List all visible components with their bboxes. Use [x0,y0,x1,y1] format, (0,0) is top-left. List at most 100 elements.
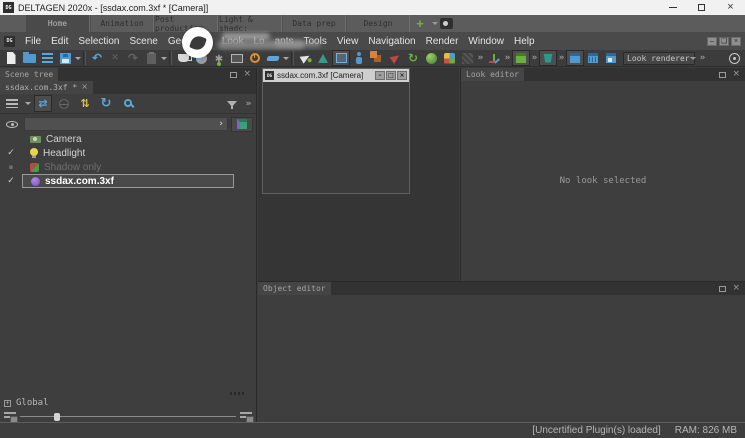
float-panel-icon[interactable] [230,72,237,78]
child-close-button[interactable]: × [397,71,407,80]
tree-mode-dropdown-icon[interactable] [24,102,31,105]
render-settings-button[interactable] [725,50,743,66]
rect-select-button[interactable] [332,50,350,66]
tab-data-prep[interactable]: Data prep [282,15,346,32]
look-renderer-select[interactable]: Look renderer [623,52,695,65]
close-panel-icon[interactable] [243,70,251,79]
refresh-tree-button[interactable] [97,95,115,112]
menu-help[interactable]: Help [514,36,535,47]
child-maximize-button[interactable]: □ [386,71,396,80]
viewport-child-window[interactable]: DG ssdax.com.3xf [Camera] – □ × [262,68,410,194]
paint-button[interactable] [264,50,282,66]
shading-button[interactable] [192,50,210,66]
filter-button[interactable] [223,95,241,112]
float-panel-icon[interactable] [719,286,726,292]
menu-geometry[interactable]: Geometry [168,36,212,47]
viewport-area[interactable]: DG ssdax.com.3xf [Camera] – □ × [258,68,459,281]
sync-selection-button[interactable] [34,95,52,112]
tab-home[interactable]: Home [26,15,90,32]
root-node-bar[interactable]: › [24,117,228,131]
snapshot-button[interactable] [174,50,192,66]
tab-animation[interactable]: Animation [90,15,154,32]
menu-file[interactable]: File [25,36,41,47]
close-panel-icon[interactable] [732,70,740,79]
animation-time-button[interactable] [246,50,264,66]
materials-button[interactable] [440,50,458,66]
expand-timeline-icon[interactable] [4,400,11,407]
overflow-icon[interactable] [530,53,539,63]
tree-row-ssdax[interactable]: ✓ ssdax.com.3xf [0,174,234,188]
overflow-icon[interactable] [557,53,566,63]
menu-view[interactable]: View [337,36,359,47]
recorder-icon[interactable] [440,18,453,29]
transform-axis-button[interactable] [485,50,503,66]
refresh-button[interactable] [404,50,422,66]
overflow-icon[interactable] [503,53,512,63]
child-window-titlebar[interactable]: DG ssdax.com.3xf [Camera] – □ × [263,69,409,82]
menu-edit[interactable]: Edit [51,36,68,47]
visibility-column-button[interactable] [3,117,21,131]
tree-row-shadow-only[interactable]: ▪ Shadow only [0,160,234,174]
menu-selection[interactable]: Selection [78,36,119,47]
chevron-down-icon[interactable] [430,15,440,32]
paint-dropdown-icon[interactable] [282,57,289,60]
fill-bucket-button[interactable] [539,50,557,66]
import-button[interactable] [38,50,56,66]
tree-display-mode-button[interactable] [3,95,21,112]
render-sphere-button[interactable] [422,50,440,66]
add-tab-button[interactable]: + [410,15,430,32]
manipulator-button[interactable] [350,50,368,66]
overflow-icon[interactable] [476,53,485,63]
timeline-track[interactable] [20,412,236,421]
new-file-button[interactable] [2,50,20,66]
history-dropdown-icon[interactable] [160,57,167,60]
rotate-tool-button[interactable] [314,50,332,66]
timeline-thumb[interactable] [54,413,60,421]
scene-tab[interactable]: ssdax.com.3xf * [0,81,93,94]
cube-textured-button[interactable] [602,50,620,66]
material-toggle-button[interactable] [231,117,253,132]
child-minimize-button[interactable]: – [375,71,385,80]
menu-look[interactable]: Look [222,36,244,47]
cube-solid-button[interactable] [566,50,584,66]
geometry-box-button[interactable] [512,50,530,66]
minimize-button[interactable] [658,0,687,15]
search-button[interactable] [118,95,136,112]
keyframe-list-icon[interactable] [4,412,16,420]
menu-render[interactable]: Render [426,36,459,47]
menu-obscured-left[interactable]: Lo [253,36,264,47]
keyframe-list-icon[interactable] [240,412,252,420]
menu-window[interactable]: Window [468,36,504,47]
group-button[interactable] [368,50,386,66]
save-button[interactable] [56,50,74,66]
close-tab-icon[interactable] [81,83,88,92]
visibility-checkbox[interactable]: ▪ [0,163,22,171]
select-cursor-button[interactable] [296,50,314,66]
cube-wire-button[interactable] [584,50,602,66]
menu-tools[interactable]: Tools [303,36,326,47]
tab-design[interactable]: Design [346,15,410,32]
tree-row-camera[interactable]: Camera [0,132,234,146]
visibility-checkbox[interactable]: ✓ [0,176,22,186]
menu-scene[interactable]: Scene [130,36,158,47]
open-file-button[interactable] [20,50,38,66]
pick-button[interactable] [386,50,404,66]
display-button[interactable] [228,50,246,66]
undo-button[interactable] [88,50,106,66]
overflow-icon[interactable] [698,53,707,63]
mdi-minimize-button[interactable]: – [707,37,717,46]
tab-light-shadow[interactable]: Light & shadc: [218,15,282,32]
preferences-button[interactable] [210,50,228,66]
close-panel-icon[interactable] [732,284,740,293]
overflow-icon[interactable] [244,99,253,109]
mdi-restore-button[interactable]: ❏ [719,37,729,46]
menu-obscured-right[interactable]: ants [275,36,294,47]
visibility-checkbox[interactable]: ✓ [0,148,22,158]
tab-post-production[interactable]: Post production [154,15,218,32]
expand-collapse-button[interactable] [76,95,94,112]
maximize-button[interactable] [687,0,716,15]
tree-row-headlight[interactable]: ✓ Headlight [0,146,234,160]
mdi-close-button[interactable]: × [731,37,741,46]
float-panel-icon[interactable] [719,72,726,78]
close-button[interactable] [716,0,745,15]
